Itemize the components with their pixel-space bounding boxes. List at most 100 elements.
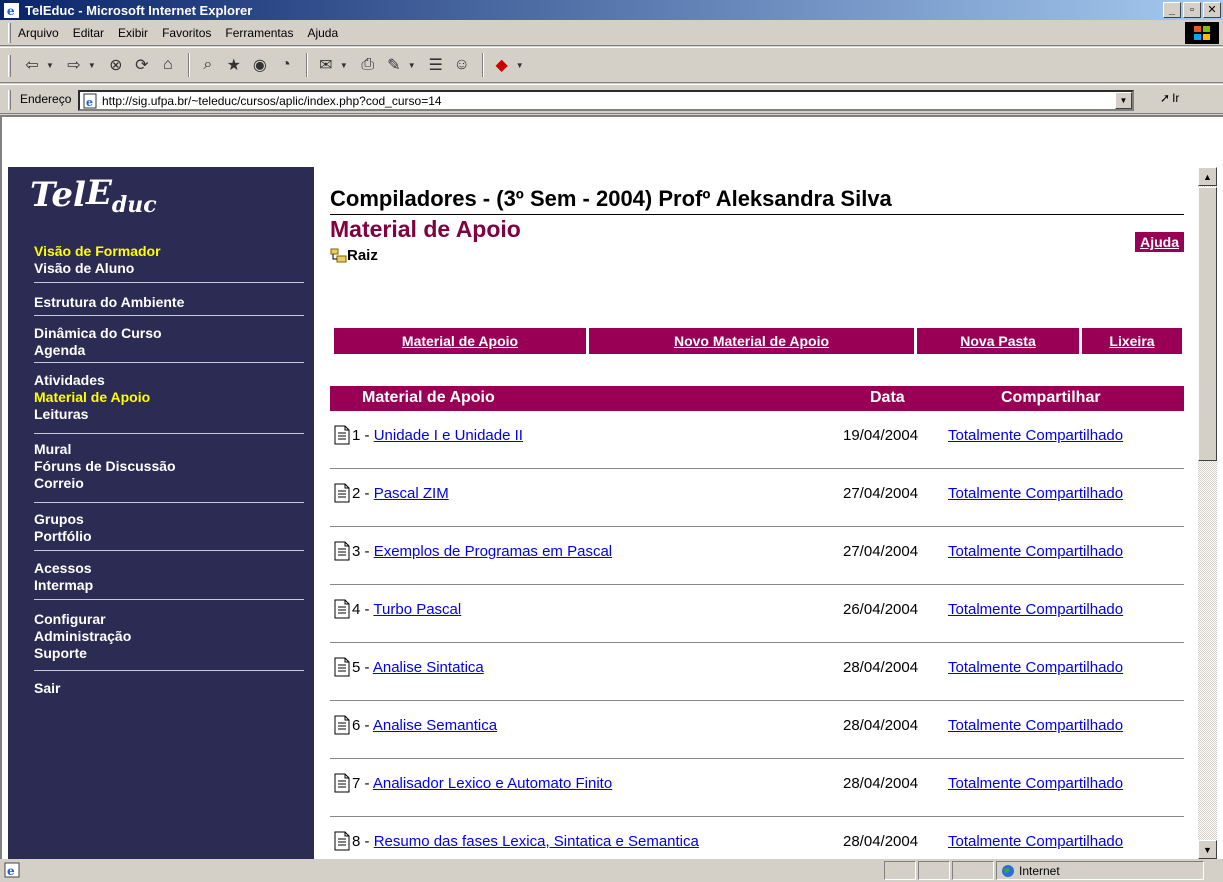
messenger-icon[interactable]: ☺ <box>450 53 474 77</box>
edit-dropdown-icon[interactable]: ▼ <box>408 61 416 70</box>
sidebar-item-atividades[interactable]: Atividades <box>34 372 304 389</box>
menu-editar[interactable]: Editar <box>73 26 104 40</box>
share-link[interactable]: Totalmente Compartilhado <box>948 775 1123 792</box>
share-link[interactable]: Totalmente Compartilhado <box>948 717 1123 734</box>
standard-toolbar: ⇦ ▼ ⇨ ▼ ⊗ ⟳ ⌂ ⌕ ★ ◉ ◔ ✉ ▼ ⎙ ✎ ▼ ☰ ☺ ◆ ▼ <box>0 47 1223 83</box>
sidebar-item-leituras[interactable]: Leituras <box>34 406 304 423</box>
forward-dropdown-icon[interactable]: ▼ <box>88 61 96 70</box>
document-icon <box>334 715 350 735</box>
sidebar-item-sair[interactable]: Sair <box>34 680 304 697</box>
document-icon <box>334 773 350 793</box>
acrobat-dropdown-icon[interactable]: ▼ <box>516 61 524 70</box>
sidebar-item-suporte[interactable]: Suporte <box>34 645 304 662</box>
share-link[interactable]: Totalmente Compartilhado <box>948 485 1123 502</box>
share-link[interactable]: Totalmente Compartilhado <box>948 659 1123 676</box>
share-link[interactable]: Totalmente Compartilhado <box>948 601 1123 618</box>
sidebar-item-material-apoio[interactable]: Material de Apoio <box>34 389 304 406</box>
refresh-icon[interactable]: ⟳ <box>130 53 154 77</box>
menu-ajuda[interactable]: Ajuda <box>307 26 338 40</box>
sidebar-group-dinamica: Dinâmica do Curso Agenda <box>34 325 304 363</box>
print-icon[interactable]: ⎙ <box>356 53 380 77</box>
material-link[interactable]: Analise Semantica <box>373 717 497 734</box>
nav-material-apoio-button[interactable]: Material de Apoio <box>334 328 586 354</box>
svg-text:e: e <box>86 96 93 109</box>
menu-ferramentas[interactable]: Ferramentas <box>225 26 293 40</box>
material-link[interactable]: Pascal ZIM <box>374 485 449 502</box>
search-icon[interactable]: ⌕ <box>196 53 220 77</box>
sidebar-item-visao-aluno[interactable]: Visão de Aluno <box>34 260 304 277</box>
maximize-button[interactable]: ▫ <box>1183 2 1201 18</box>
material-link[interactable]: Exemplos de Programas em Pascal <box>374 543 612 560</box>
share-link[interactable]: Totalmente Compartilhado <box>948 543 1123 560</box>
home-icon[interactable]: ⌂ <box>156 53 180 77</box>
address-input[interactable]: e http://sig.ufpa.br/~teleduc/cursos/apl… <box>78 90 1134 111</box>
row-number: 6 - Analise Semantica <box>352 717 498 734</box>
sidebar-item-visao-formador[interactable]: Visão de Formador <box>34 243 304 260</box>
address-label: Endereço <box>20 92 72 106</box>
material-link[interactable]: Turbo Pascal <box>373 601 461 618</box>
minimize-button[interactable]: _ <box>1163 2 1181 18</box>
row-number: 8 - Resumo das fases Lexica, Sintatica e… <box>352 833 699 850</box>
sidebar-item-correio[interactable]: Correio <box>34 475 304 492</box>
menu-favoritos[interactable]: Favoritos <box>162 26 211 40</box>
sidebar-item-dinamica[interactable]: Dinâmica do Curso <box>34 325 304 342</box>
back-icon[interactable]: ⇦ <box>20 53 44 77</box>
page-status-icon: e <box>4 862 20 878</box>
edit-icon[interactable]: ✎ <box>382 53 406 77</box>
scroll-thumb[interactable] <box>1198 187 1217 461</box>
menu-exibir[interactable]: Exibir <box>118 26 148 40</box>
material-table: 1 - Unidade I e Unidade II 19/04/2004 Tota… <box>330 411 1184 875</box>
vertical-scrollbar[interactable]: ▲ ▼ <box>1198 167 1217 859</box>
material-link[interactable]: Resumo das fases Lexica, Sintatica e Sem… <box>374 833 699 850</box>
close-button[interactable]: ✕ <box>1203 2 1221 18</box>
row-date: 27/04/2004 <box>843 543 919 560</box>
row-date: 28/04/2004 <box>843 833 919 850</box>
sidebar-item-configurar[interactable]: Configurar <box>34 611 304 628</box>
sidebar-item-portfolio[interactable]: Portfólio <box>34 528 304 545</box>
menu-arquivo[interactable]: Arquivo <box>18 26 59 40</box>
history-icon[interactable]: ◔ <box>274 53 298 77</box>
row-number: 1 - Unidade I e Unidade II <box>352 427 523 444</box>
help-button[interactable]: Ajuda <box>1135 232 1184 252</box>
sidebar-item-acessos[interactable]: Acessos <box>34 560 304 577</box>
nav-nova-pasta-button[interactable]: Nova Pasta <box>917 328 1079 354</box>
toolbar-grip <box>8 55 11 77</box>
material-link[interactable]: Analise Sintatica <box>373 659 484 676</box>
sidebar-group-sair: Sair <box>34 680 304 700</box>
row-date: 28/04/2004 <box>843 717 919 734</box>
row-number: 2 - Pascal ZIM <box>352 485 449 502</box>
breadcrumb-root: Raiz <box>347 247 378 264</box>
sidebar-item-agenda[interactable]: Agenda <box>34 342 304 359</box>
share-link[interactable]: Totalmente Compartilhado <box>948 833 1123 850</box>
sidebar-item-foruns[interactable]: Fóruns de Discussão <box>34 458 304 475</box>
forward-icon[interactable]: ⇨ <box>62 53 86 77</box>
nav-lixeira-button[interactable]: Lixeira <box>1082 328 1182 354</box>
go-button[interactable]: ➚ Ir <box>1160 91 1179 105</box>
material-link[interactable]: Analisador Lexico e Automato Finito <box>373 775 612 792</box>
sidebar-item-administracao[interactable]: Administração <box>34 628 304 645</box>
go-arrow-icon: ➚ <box>1160 91 1171 105</box>
row-number: 3 - Exemplos de Programas em Pascal <box>352 543 613 560</box>
sidebar-item-mural[interactable]: Mural <box>34 441 304 458</box>
nav-novo-material-button[interactable]: Novo Material de Apoio <box>589 328 914 354</box>
acrobat-icon[interactable]: ◆ <box>490 53 514 77</box>
material-link[interactable]: Unidade I e Unidade II <box>374 427 523 444</box>
mail-icon[interactable]: ✉ <box>314 53 338 77</box>
discuss-icon[interactable]: ☰ <box>424 53 448 77</box>
media-icon[interactable]: ◉ <box>248 53 272 77</box>
address-dropdown-icon[interactable]: ▼ <box>1115 92 1132 109</box>
sidebar-item-estrutura[interactable]: Estrutura do Ambiente <box>34 294 304 311</box>
course-title: Compiladores - (3º Sem - 2004) Profº Ale… <box>330 186 1184 215</box>
stop-icon[interactable]: ⊗ <box>104 53 128 77</box>
sidebar-item-grupos[interactable]: Grupos <box>34 511 304 528</box>
page-icon: e <box>83 93 97 109</box>
material-nav-bar: Material de Apoio Novo Material de Apoio… <box>334 328 1184 354</box>
sidebar-item-intermap[interactable]: Intermap <box>34 577 304 594</box>
scroll-down-icon[interactable]: ▼ <box>1198 840 1217 859</box>
favorites-icon[interactable]: ★ <box>222 53 246 77</box>
back-dropdown-icon[interactable]: ▼ <box>46 61 54 70</box>
mail-dropdown-icon[interactable]: ▼ <box>340 61 348 70</box>
share-link[interactable]: Totalmente Compartilhado <box>948 427 1123 444</box>
row-date: 28/04/2004 <box>843 775 919 792</box>
scroll-up-icon[interactable]: ▲ <box>1198 167 1217 186</box>
